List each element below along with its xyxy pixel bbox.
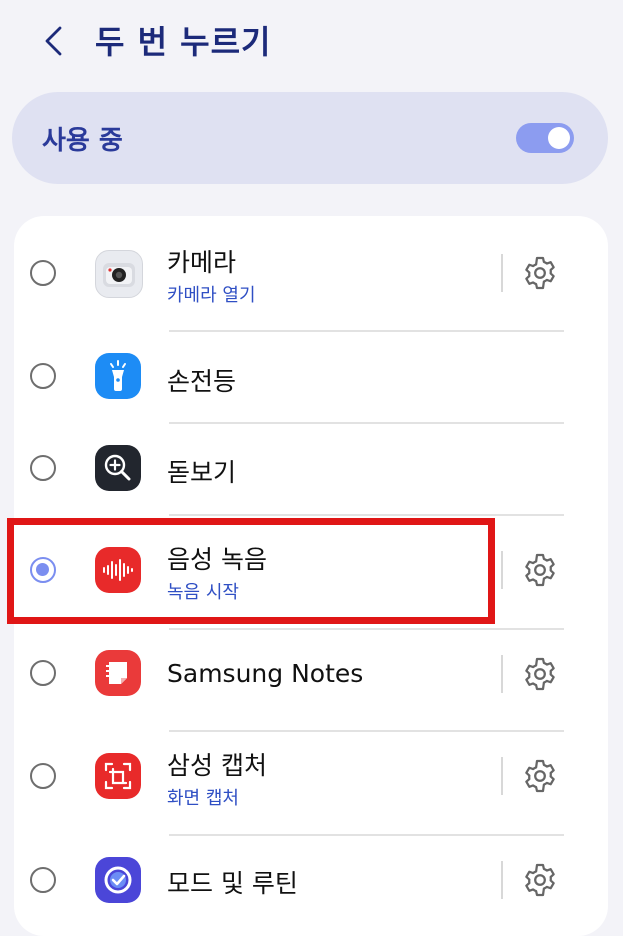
row-separator bbox=[169, 514, 564, 516]
row-separator bbox=[169, 422, 564, 424]
action-name: 손전등 bbox=[167, 367, 237, 396]
radio-samsung-notes[interactable] bbox=[30, 660, 56, 686]
radio-modes-routines[interactable] bbox=[30, 867, 56, 893]
chevron-left-icon[interactable] bbox=[40, 24, 70, 58]
flashlight-icon bbox=[95, 353, 141, 399]
screen-capture-icon bbox=[95, 753, 141, 799]
app-bar: 두 번 누르기 bbox=[0, 0, 623, 85]
modes-routines-icon bbox=[95, 857, 141, 903]
samsung-notes-icon bbox=[95, 650, 141, 696]
action-sublabel: 녹음 시작 bbox=[167, 582, 239, 603]
action-name: 삼성 캡처 bbox=[167, 751, 267, 780]
action-name: Samsung Notes bbox=[167, 659, 364, 688]
row-separator bbox=[169, 834, 564, 836]
settings-gear-icon[interactable] bbox=[522, 656, 558, 692]
page-title: 두 번 누르기 bbox=[95, 23, 272, 61]
row-separator bbox=[169, 330, 564, 332]
settings-gear-icon[interactable] bbox=[522, 552, 558, 588]
action-name: 카메라 bbox=[167, 248, 237, 277]
settings-gear-icon[interactable] bbox=[522, 255, 558, 291]
radio-voice-recorder[interactable] bbox=[30, 557, 56, 583]
radio-magnifier[interactable] bbox=[30, 455, 56, 481]
settings-gear-icon[interactable] bbox=[522, 862, 558, 898]
divider bbox=[501, 861, 503, 899]
radio-camera[interactable] bbox=[30, 260, 56, 286]
settings-gear-icon[interactable] bbox=[522, 758, 558, 794]
divider bbox=[501, 551, 503, 589]
master-toggle-row[interactable]: 사용 중 bbox=[12, 92, 608, 184]
action-name: 돋보기 bbox=[167, 458, 237, 487]
radio-screen-capture[interactable] bbox=[30, 763, 56, 789]
action-name: 음성 녹음 bbox=[167, 545, 267, 574]
voice-recorder-icon bbox=[95, 547, 141, 593]
radio-flashlight[interactable] bbox=[30, 363, 56, 389]
divider bbox=[501, 655, 503, 693]
row-separator bbox=[169, 730, 564, 732]
action-name: 모드 및 루틴 bbox=[167, 869, 298, 898]
row-separator bbox=[169, 628, 564, 630]
master-toggle-switch[interactable] bbox=[516, 123, 574, 153]
divider bbox=[501, 254, 503, 292]
master-toggle-label: 사용 중 bbox=[42, 126, 123, 156]
camera-icon bbox=[95, 250, 143, 298]
divider bbox=[501, 757, 503, 795]
action-sublabel: 화면 캡처 bbox=[167, 788, 239, 809]
switch-knob bbox=[548, 127, 570, 149]
action-sublabel: 카메라 열기 bbox=[167, 285, 256, 306]
magnifier-icon bbox=[95, 445, 141, 491]
